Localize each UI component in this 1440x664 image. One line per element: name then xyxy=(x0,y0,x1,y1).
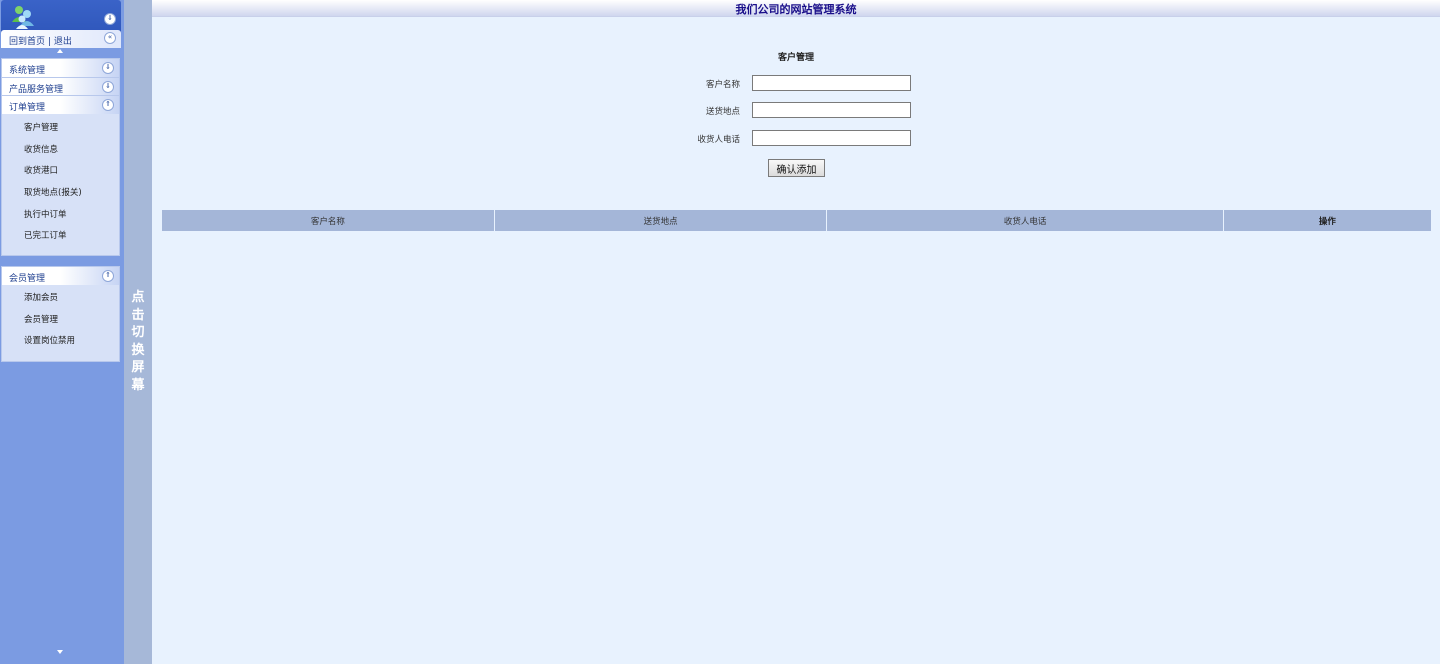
link-separator: | xyxy=(47,37,51,47)
form-row-receiver-phone: 收货人电话 xyxy=(152,130,1440,146)
scroll-up-icon[interactable] xyxy=(57,49,63,53)
expand-icon[interactable]: ⇓ xyxy=(102,62,114,74)
column-header-customer-name[interactable]: 客户名称 xyxy=(161,209,495,232)
double-chevron-left-icon[interactable]: « xyxy=(104,32,116,44)
screen-toggle-bar[interactable]: 点击切换屏幕 xyxy=(124,0,152,664)
sidebar-collapse-icon[interactable]: ⇓ xyxy=(104,13,116,25)
menu-group-product: 产品服务管理 ⇓ xyxy=(1,77,120,96)
delivery-location-input[interactable] xyxy=(752,102,911,118)
expand-icon[interactable]: ⇓ xyxy=(102,81,114,93)
column-header-delivery-location[interactable]: 送货地点 xyxy=(493,209,828,232)
collapse-icon[interactable]: ⇑ xyxy=(102,99,114,111)
sidebar-item-receiving-port[interactable]: 收货港口 xyxy=(2,161,119,183)
delivery-location-label: 送货地点 xyxy=(705,107,740,117)
main-content: 客户管理 客户名称 送货地点 收货人电话 确认添加 客户名称 送货地点 收货人电… xyxy=(152,17,1440,664)
home-logout-bar: 回到首页 | 退出 « xyxy=(1,30,121,48)
collapse-icon[interactable]: ⇑ xyxy=(102,270,114,282)
menu-group-orders: 订单管理 ⇑ 客户管理 收货信息 收货港口 取货地点(报关) 执行中订单 已完工… xyxy=(1,95,120,256)
sidebar-item-customer-management[interactable]: 客户管理 xyxy=(2,118,119,140)
menu-head-members[interactable]: 会员管理 ⇑ xyxy=(2,267,119,285)
receiver-phone-label: 收货人电话 xyxy=(697,135,740,145)
menu-group-system: 系统管理 ⇓ xyxy=(1,58,120,77)
menu-head-system[interactable]: 系统管理 ⇓ xyxy=(2,59,119,77)
form-title: 客户管理 xyxy=(777,53,814,63)
menu-title-members: 会员管理 xyxy=(9,274,46,284)
home-link[interactable]: 回到首页 xyxy=(9,37,45,47)
confirm-add-button[interactable]: 确认添加 xyxy=(768,159,825,177)
page-header: 我们公司的网站管理系统 xyxy=(152,0,1440,17)
sidebar-item-member-management[interactable]: 会员管理 xyxy=(2,310,119,332)
form-row-customer-name: 客户名称 xyxy=(152,75,1440,91)
menu-head-orders[interactable]: 订单管理 ⇑ xyxy=(2,96,119,114)
customer-name-input[interactable] xyxy=(752,75,911,91)
menu-title-system: 系统管理 xyxy=(9,66,46,76)
table-header-row: 客户名称 送货地点 收货人电话 操作 xyxy=(161,209,1433,232)
sidebar: ⇓ 回到首页 | 退出 « 系统管理 ⇓ 产品服务管理 ⇓ 订单管理 ⇑ 客户管… xyxy=(0,0,124,664)
sidebar-item-disable-position[interactable]: 设置岗位禁用 xyxy=(2,331,119,353)
sidebar-item-receiving-info[interactable]: 收货信息 xyxy=(2,140,119,162)
sidebar-item-active-orders[interactable]: 执行中订单 xyxy=(2,205,119,227)
page-title: 我们公司的网站管理系统 xyxy=(735,3,857,16)
screen-toggle-label: 点击切换屏幕 xyxy=(131,290,145,393)
menu-head-product[interactable]: 产品服务管理 ⇓ xyxy=(2,78,119,96)
users-logo-icon xyxy=(11,4,35,30)
column-header-receiver-phone[interactable]: 收货人电话 xyxy=(826,209,1224,232)
customer-name-label: 客户名称 xyxy=(705,80,740,90)
menu-group-members: 会员管理 ⇑ 添加会员 会员管理 设置岗位禁用 xyxy=(1,266,120,362)
customer-table: 客户名称 送货地点 收货人电话 操作 xyxy=(161,209,1433,232)
form-row-delivery-location: 送货地点 xyxy=(152,102,1440,118)
sidebar-item-add-member[interactable]: 添加会员 xyxy=(2,288,119,310)
sidebar-item-completed-orders[interactable]: 已完工订单 xyxy=(2,226,119,248)
scroll-down-icon[interactable] xyxy=(57,650,63,654)
logout-link[interactable]: 退出 xyxy=(54,37,72,47)
menu-title-product: 产品服务管理 xyxy=(9,85,64,95)
column-header-actions: 操作 xyxy=(1222,209,1433,232)
menu-title-orders: 订单管理 xyxy=(9,103,46,113)
sidebar-item-pickup-location[interactable]: 取货地点(报关) xyxy=(2,183,119,205)
receiver-phone-input[interactable] xyxy=(752,130,911,146)
